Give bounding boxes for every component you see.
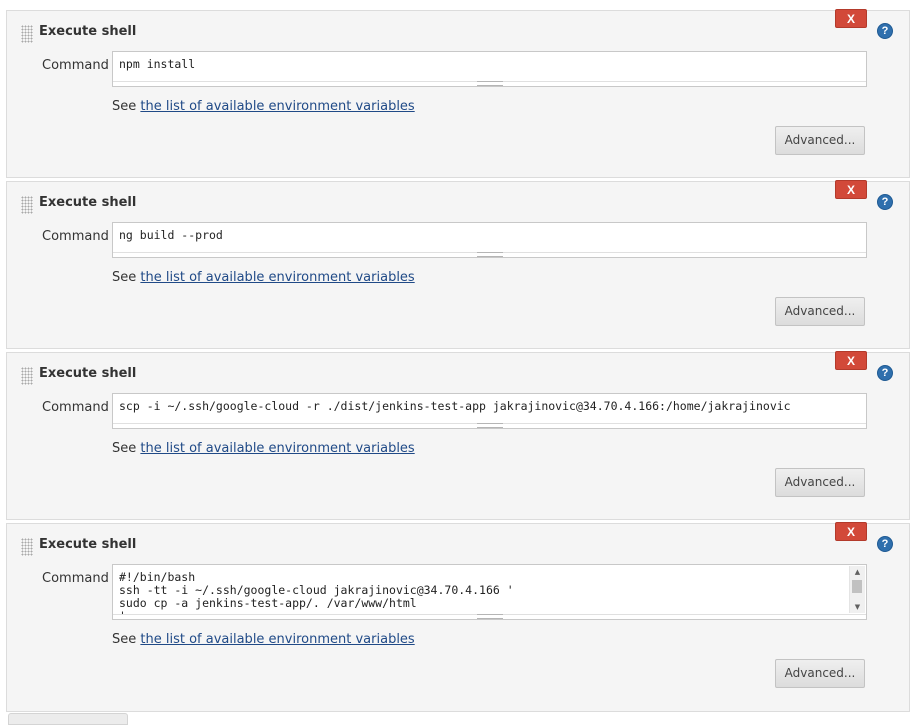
help-icon[interactable]: ? bbox=[877, 365, 893, 381]
see-text: See bbox=[112, 270, 141, 285]
resize-grip-icon[interactable] bbox=[476, 252, 503, 257]
resize-grip-icon[interactable] bbox=[476, 614, 503, 619]
help-icon[interactable]: ? bbox=[877, 194, 893, 210]
env-vars-link[interactable]: the list of available environment variab… bbox=[140, 632, 414, 647]
advanced-button[interactable]: Advanced... bbox=[775, 468, 865, 497]
command-text[interactable]: npm install bbox=[119, 58, 846, 71]
env-vars-link[interactable]: the list of available environment variab… bbox=[140, 270, 414, 285]
step-title: Execute shell bbox=[39, 537, 137, 552]
drag-handle-icon[interactable] bbox=[21, 25, 33, 43]
resize-grip-icon[interactable] bbox=[476, 423, 503, 428]
drag-handle-icon[interactable] bbox=[21, 196, 33, 214]
command-label: Command bbox=[42, 229, 109, 244]
delete-step-button[interactable]: X bbox=[835, 180, 867, 199]
see-text: See bbox=[112, 99, 141, 114]
env-vars-link[interactable]: the list of available environment variab… bbox=[140, 441, 414, 456]
see-text: See bbox=[112, 632, 141, 647]
help-icon[interactable]: ? bbox=[877, 536, 893, 552]
command-text[interactable]: scp -i ~/.ssh/google-cloud -r ./dist/jen… bbox=[119, 400, 846, 413]
env-vars-line: See the list of available environment va… bbox=[112, 99, 415, 114]
step-title: Execute shell bbox=[39, 195, 137, 210]
env-vars-line: See the list of available environment va… bbox=[112, 632, 415, 647]
scroll-down-icon[interactable]: ▼ bbox=[850, 601, 865, 613]
command-textarea[interactable]: ng build --prod bbox=[112, 222, 867, 258]
command-textarea[interactable]: #!/bin/bash ssh -tt -i ~/.ssh/google-clo… bbox=[112, 564, 867, 620]
build-step-4: Execute shell X ? Command #!/bin/bash ss… bbox=[6, 522, 910, 712]
command-label: Command bbox=[42, 400, 109, 415]
env-vars-line: See the list of available environment va… bbox=[112, 441, 415, 456]
env-vars-line: See the list of available environment va… bbox=[112, 270, 415, 285]
command-text[interactable]: #!/bin/bash ssh -tt -i ~/.ssh/google-clo… bbox=[119, 571, 846, 616]
drag-handle-icon[interactable] bbox=[21, 538, 33, 556]
build-step-2: Execute shell X ? Command ng build --pro… bbox=[6, 180, 910, 349]
command-label: Command bbox=[42, 571, 109, 586]
textarea-scrollbar[interactable]: ▲ ▼ bbox=[849, 566, 865, 613]
command-text[interactable]: ng build --prod bbox=[119, 229, 846, 242]
delete-step-button[interactable]: X bbox=[835, 9, 867, 28]
env-vars-link[interactable]: the list of available environment variab… bbox=[140, 99, 414, 114]
step-title: Execute shell bbox=[39, 24, 137, 39]
help-icon[interactable]: ? bbox=[877, 23, 893, 39]
drag-handle-icon[interactable] bbox=[21, 367, 33, 385]
command-textarea[interactable]: npm install bbox=[112, 51, 867, 87]
build-step-1: Execute shell X ? Command npm install Se… bbox=[6, 9, 910, 178]
delete-step-button[interactable]: X bbox=[835, 351, 867, 370]
advanced-button[interactable]: Advanced... bbox=[775, 297, 865, 326]
step-title: Execute shell bbox=[39, 366, 137, 381]
scroll-thumb[interactable] bbox=[852, 580, 862, 593]
add-build-step-button[interactable] bbox=[8, 713, 128, 725]
command-label: Command bbox=[42, 58, 109, 73]
command-textarea[interactable]: scp -i ~/.ssh/google-cloud -r ./dist/jen… bbox=[112, 393, 867, 429]
see-text: See bbox=[112, 441, 141, 456]
delete-step-button[interactable]: X bbox=[835, 522, 867, 541]
scroll-up-icon[interactable]: ▲ bbox=[850, 566, 865, 578]
advanced-button[interactable]: Advanced... bbox=[775, 126, 865, 155]
resize-grip-icon[interactable] bbox=[476, 81, 503, 86]
advanced-button[interactable]: Advanced... bbox=[775, 659, 865, 688]
build-step-3: Execute shell X ? Command scp -i ~/.ssh/… bbox=[6, 351, 910, 520]
